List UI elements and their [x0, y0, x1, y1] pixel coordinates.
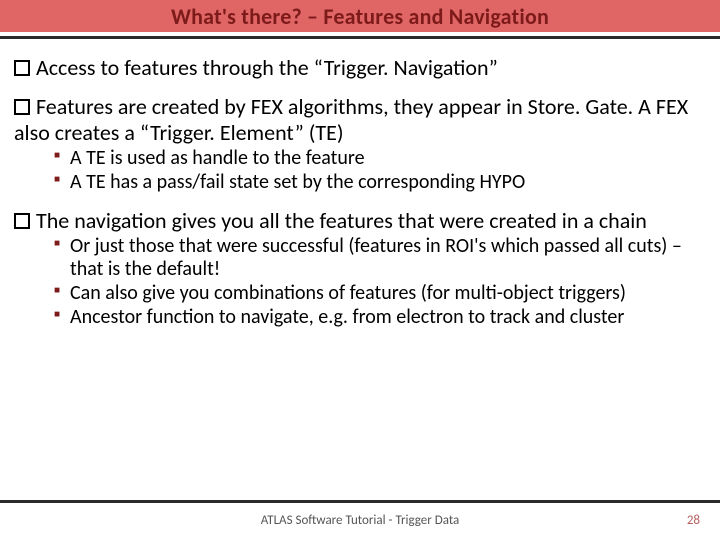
divider-bottom: [0, 500, 720, 503]
bullet-text: The navigation gives you all the feature…: [36, 207, 647, 234]
page-number: 28: [660, 513, 700, 528]
checkbox-icon: [14, 99, 30, 115]
bullet-item: Features are created by FEX algorithms, …: [14, 94, 706, 145]
sub-bullet: Or just those that were successful (feat…: [54, 235, 706, 281]
bullet-text: Features are created by FEX algorithms, …: [14, 93, 688, 145]
footer-center-text: ATLAS Software Tutorial - Trigger Data: [60, 513, 660, 528]
sub-bullet: Can also give you combinations of featur…: [54, 282, 706, 305]
slide-title: What's there? – Features and Navigation: [0, 0, 720, 32]
checkbox-icon: [14, 213, 30, 229]
slide: What's there? – Features and Navigation …: [0, 0, 720, 540]
sub-list: A TE is used as handle to the feature A …: [14, 147, 706, 194]
footer-row: ATLAS Software Tutorial - Trigger Data 2…: [0, 513, 720, 528]
slide-content: Access to features through the “Trigger.…: [0, 39, 720, 329]
footer: ATLAS Software Tutorial - Trigger Data 2…: [0, 500, 720, 528]
checkbox-icon: [14, 60, 30, 76]
sub-list: Or just those that were successful (feat…: [14, 235, 706, 329]
bullet-text: Access to features through the “Trigger.…: [36, 54, 498, 81]
footer-left-spacer: [20, 513, 60, 528]
bullet-item: The navigation gives you all the feature…: [14, 208, 706, 233]
sub-bullet: A TE has a pass/fail state set by the co…: [54, 171, 706, 194]
bullet-item: Access to features through the “Trigger.…: [14, 55, 706, 80]
sub-bullet: A TE is used as handle to the feature: [54, 147, 706, 170]
sub-bullet: Ancestor function to navigate, e.g. from…: [54, 306, 706, 329]
